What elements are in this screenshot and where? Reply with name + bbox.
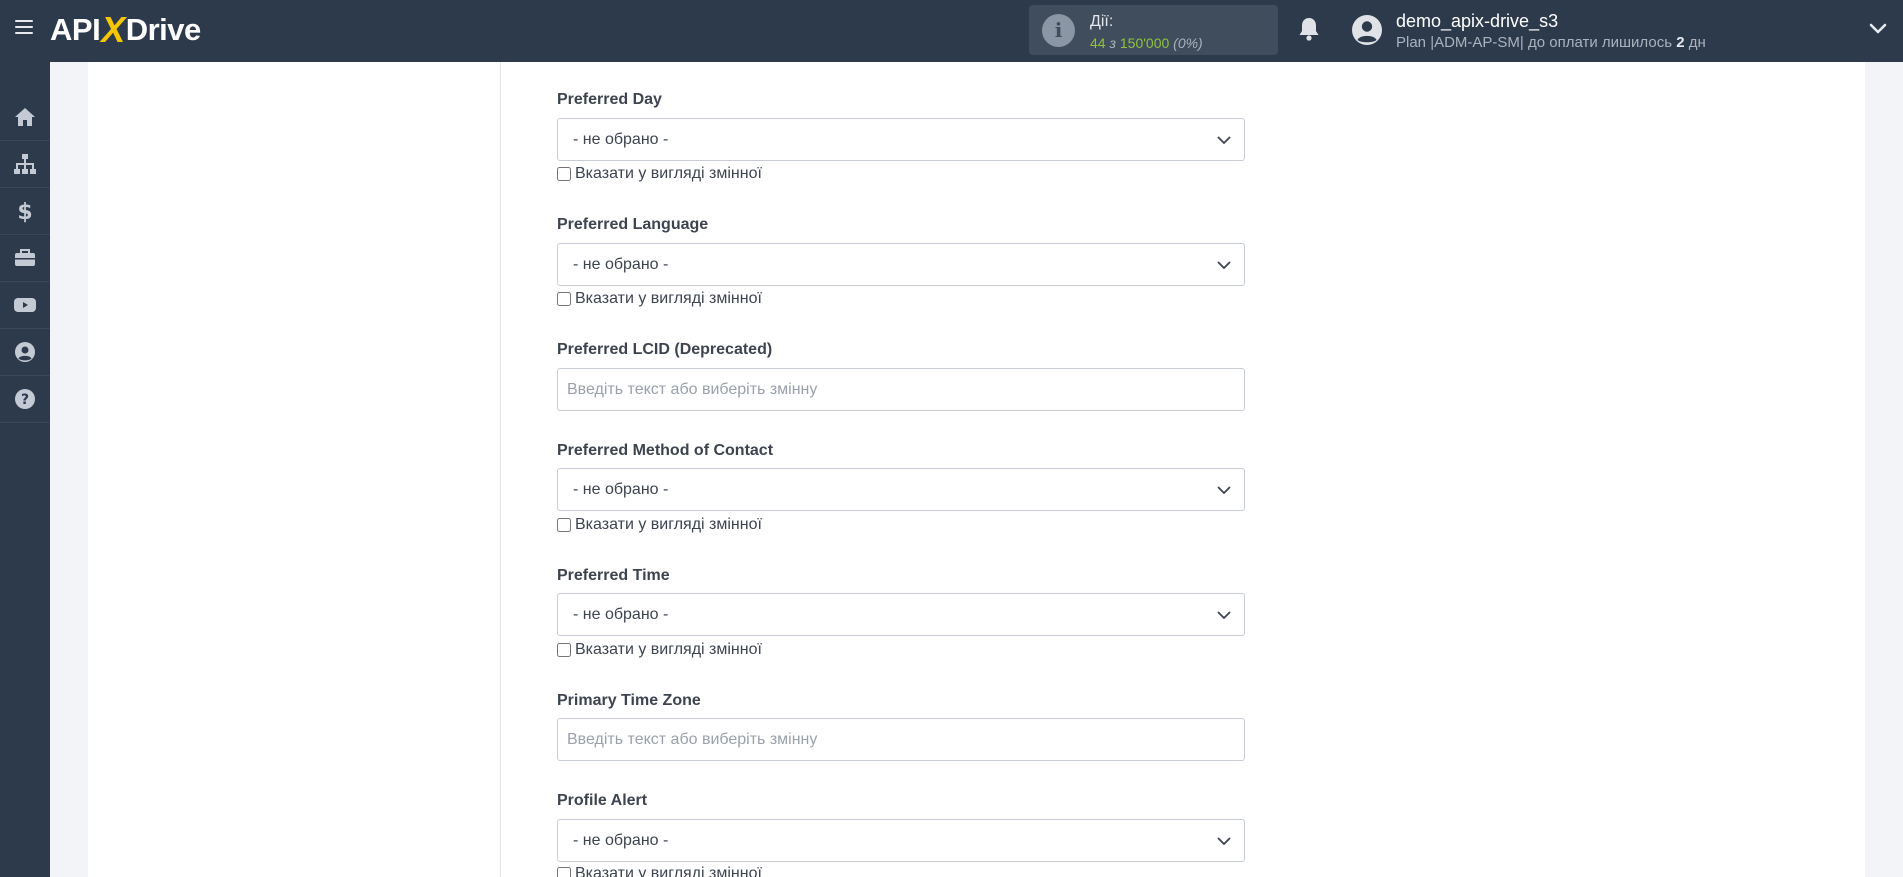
- sidebar-item-billing[interactable]: $: [0, 188, 50, 235]
- chevron-down-icon: [1217, 837, 1231, 846]
- sidebar-item-help[interactable]: ?: [0, 376, 50, 423]
- chevron-down-icon: [1217, 136, 1231, 145]
- sitemap-icon: [14, 154, 36, 174]
- sidebar: $ ?: [0, 62, 50, 877]
- variable-checkbox-preferred-day[interactable]: Вказати у вигляді змінної: [557, 164, 762, 184]
- field-label-preferred-time: Preferred Time: [557, 567, 670, 584]
- variable-checkbox-preferred-time[interactable]: Вказати у вигляді змінної: [557, 640, 762, 660]
- select-profile-alert[interactable]: - не обрано -: [557, 819, 1245, 862]
- select-value: - не обрано -: [573, 481, 669, 498]
- variable-checkbox-profile-alert[interactable]: Вказати у вигляді змінної: [557, 864, 762, 877]
- input-preferred-lcid[interactable]: [557, 368, 1245, 411]
- field-label-profile-alert: Profile Alert: [557, 792, 648, 809]
- briefcase-icon: [15, 249, 35, 266]
- chevron-down-icon[interactable]: [1869, 22, 1887, 36]
- select-value: - не обрано -: [573, 131, 669, 148]
- checkbox-label: Вказати у вигляді змінної: [575, 516, 762, 533]
- checkbox[interactable]: [557, 167, 571, 181]
- checkbox[interactable]: [557, 867, 571, 877]
- checkbox-label: Вказати у вигляді змінної: [575, 290, 762, 307]
- checkbox-label: Вказати у вигляді змінної: [575, 165, 762, 182]
- select-value: - не обрано -: [573, 256, 669, 273]
- sidebar-item-home[interactable]: [0, 94, 50, 141]
- svg-text:?: ?: [21, 392, 29, 408]
- field-label-preferred-method-of-contact: Preferred Method of Contact: [557, 442, 774, 459]
- checkbox[interactable]: [557, 292, 571, 306]
- column-divider: [500, 62, 501, 877]
- variable-checkbox-preferred-language[interactable]: Вказати у вигляді змінної: [557, 289, 762, 309]
- input-primary-time-zone[interactable]: [557, 718, 1245, 761]
- actions-count: 44 з 150'000 (0%): [1090, 35, 1203, 51]
- chevron-down-icon: [1217, 261, 1231, 270]
- select-value: - не обрано -: [573, 606, 669, 623]
- svg-text:$: $: [17, 200, 32, 223]
- youtube-icon: [14, 298, 36, 312]
- hamburger-menu-icon[interactable]: [15, 20, 33, 34]
- top-bar: API X Drive i Дії: 44 з 150'000 (0%) demo_…: [0, 0, 1903, 62]
- field-label-preferred-lcid: Preferred LCID (Deprecated): [557, 341, 773, 358]
- select-preferred-time[interactable]: - не обрано -: [557, 593, 1245, 636]
- actions-title: Дії:: [1090, 13, 1114, 30]
- checkbox-label: Вказати у вигляді змінної: [575, 641, 762, 658]
- select-preferred-language[interactable]: - не обрано -: [557, 243, 1245, 286]
- user-name[interactable]: demo_apix-drive_s3: [1396, 11, 1558, 32]
- checkbox-label: Вказати у вигляді змінної: [575, 865, 762, 877]
- user-avatar-icon[interactable]: [1351, 14, 1383, 46]
- select-value: - не обрано -: [573, 832, 669, 849]
- home-icon: [15, 108, 35, 126]
- select-preferred-day[interactable]: - не обрано -: [557, 118, 1245, 161]
- sidebar-item-videos[interactable]: [0, 282, 50, 329]
- question-circle-icon: ?: [15, 389, 35, 409]
- checkbox[interactable]: [557, 518, 571, 532]
- field-label-preferred-day: Preferred Day: [557, 91, 662, 108]
- apixdrive-logo[interactable]: API X Drive: [50, 9, 201, 50]
- user-plan-info: Plan |ADM-AP-SM| до оплати лишилось 2 дн: [1396, 34, 1706, 51]
- field-label-preferred-language: Preferred Language: [557, 216, 709, 233]
- field-label-primary-time-zone: Primary Time Zone: [557, 692, 701, 709]
- dollar-icon: $: [17, 200, 32, 223]
- select-preferred-method-of-contact[interactable]: - не обрано -: [557, 468, 1245, 511]
- user-circle-icon: [15, 342, 35, 362]
- chevron-down-icon: [1217, 486, 1231, 495]
- notifications-bell-icon[interactable]: [1297, 16, 1321, 42]
- sidebar-item-account[interactable]: [0, 329, 50, 376]
- info-icon: i: [1042, 14, 1075, 47]
- variable-checkbox-preferred-method-of-contact[interactable]: Вказати у вигляді змінної: [557, 515, 762, 535]
- sidebar-item-connections[interactable]: [0, 141, 50, 188]
- chevron-down-icon: [1217, 611, 1231, 620]
- checkbox[interactable]: [557, 643, 571, 657]
- sidebar-item-services[interactable]: [0, 235, 50, 282]
- actions-counter: i Дії: 44 з 150'000 (0%): [1029, 5, 1278, 55]
